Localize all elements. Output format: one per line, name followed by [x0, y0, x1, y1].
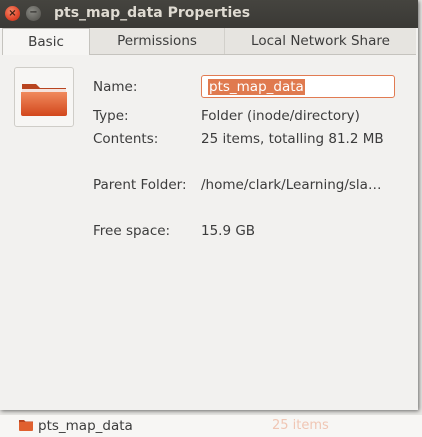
close-button[interactable]: ×	[5, 6, 20, 21]
type-value: Folder (inode/directory)	[201, 108, 360, 124]
free-space-label: Free space:	[93, 223, 171, 239]
background-file-name: pts_map_data	[38, 418, 133, 434]
minimize-button[interactable]: −	[26, 6, 41, 21]
name-input-selected-text[interactable]: pts_map_data	[208, 79, 305, 95]
tab-basic[interactable]: Basic	[2, 28, 90, 55]
background-file-row[interactable]: pts_map_data 25 items	[0, 415, 422, 437]
tab-permissions[interactable]: Permissions	[90, 28, 225, 54]
name-label: Name:	[93, 79, 138, 95]
contents-label: Contents:	[93, 131, 159, 147]
tab-bar: Basic Permissions Local Network Share	[2, 28, 416, 55]
properties-window: × − pts_map_data Properties Basic Permis…	[0, 0, 418, 410]
folder-icon	[19, 420, 33, 431]
type-label: Type:	[93, 108, 129, 124]
parent-folder-value[interactable]: /home/clark/Learning/sla…	[201, 177, 381, 193]
folder-icon-button[interactable]	[14, 67, 74, 127]
parent-folder-label: Parent Folder:	[93, 177, 187, 193]
background-item-count: 25 items	[272, 418, 329, 433]
contents-value: 25 items, totalling 81.2 MB	[201, 131, 384, 147]
name-input[interactable]: pts_map_data	[201, 75, 395, 98]
folder-icon	[21, 84, 67, 116]
free-space-value: 15.9 GB	[201, 223, 256, 239]
window-title: pts_map_data Properties	[54, 5, 251, 21]
tab-local-network-share[interactable]: Local Network Share	[225, 28, 416, 54]
title-bar[interactable]: × − pts_map_data Properties	[0, 0, 418, 28]
